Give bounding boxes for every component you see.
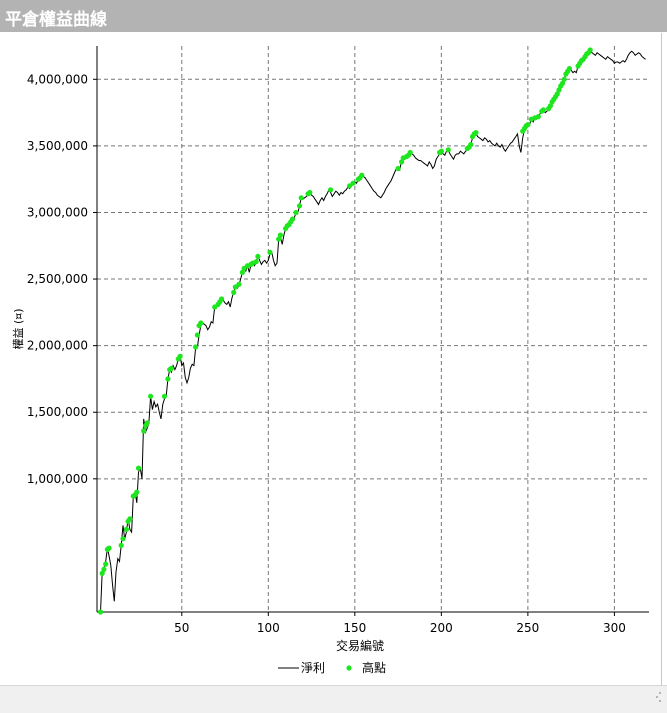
high-point-marker [97, 609, 104, 615]
high-point-marker [231, 289, 237, 295]
chart-panel: 50 100 150 200 250 300 1,000,000 1,500,000 2,00… [0, 33, 662, 685]
legend: 淨利 高點 [278, 660, 386, 675]
x-tick-label: 200 [430, 621, 453, 635]
high-point-marker [359, 172, 365, 178]
high-point-marker [177, 353, 183, 359]
high-point-marker [438, 148, 444, 154]
high-point-marker [219, 296, 225, 302]
window-title: 平倉權益曲線 [5, 10, 107, 30]
y-tick-label: 2,500,000 [27, 272, 88, 286]
grid [93, 46, 649, 616]
series-line-net-profit [100, 49, 646, 613]
high-point-marker [468, 142, 474, 148]
high-point-marker [350, 180, 356, 186]
high-point-marker [540, 107, 547, 113]
x-tick-label: 100 [257, 621, 280, 635]
high-point-marker [165, 376, 171, 382]
high-point-marker [198, 320, 204, 326]
high-point-marker [395, 165, 401, 172]
high-point-marker [253, 259, 259, 265]
x-tick-label: 250 [516, 621, 539, 635]
legend-label-net: 淨利 [301, 661, 325, 675]
y-tick-labels: 1,000,000 1,500,000 2,000,000 2,500,000 3,00… [27, 72, 88, 486]
equity-curve-chart: 50 100 150 200 250 300 1,000,000 1,500,000 2,00… [11, 46, 649, 675]
high-point-marker [535, 114, 541, 120]
high-point-marker [127, 516, 133, 522]
y-tick-label: 3,000,000 [27, 205, 88, 219]
y-tick-label: 2,000,000 [27, 339, 88, 353]
high-point-marker [193, 344, 199, 350]
high-point-marker [307, 189, 313, 196]
high-point-marker [144, 420, 150, 426]
y-axis-label: 權益 (¤) [11, 308, 25, 349]
high-point-marker [296, 203, 303, 209]
legend-label-high: 高點 [362, 660, 386, 675]
y-tick-label: 1,500,000 [27, 405, 88, 419]
high-point-marker [293, 209, 299, 216]
high-point-marker [148, 393, 154, 399]
high-point-marker [267, 249, 273, 255]
high-point-marker [277, 232, 283, 238]
legend-marker-swatch [346, 665, 352, 671]
high-point-marker [101, 566, 107, 573]
x-axis-label: 交易編號 [336, 638, 384, 653]
high-point-marker [407, 149, 413, 156]
y-tick-label: 4,000,000 [27, 72, 88, 86]
high-point-marker [566, 66, 573, 72]
x-tick-labels: 50 100 150 200 250 300 [174, 621, 626, 635]
high-point-marker [123, 526, 129, 532]
y-tick-label: 1,000,000 [27, 472, 88, 486]
x-tick-label: 50 [174, 621, 189, 635]
window-title-bar: 平倉權益曲線 [0, 0, 667, 32]
y-tick-label: 3,500,000 [27, 139, 88, 153]
status-bar [0, 685, 667, 713]
high-point-marker [135, 465, 142, 471]
high-point-marker [118, 542, 124, 548]
high-point-marker [168, 365, 174, 371]
high-point-marker [120, 536, 126, 542]
high-point-marker [445, 147, 451, 153]
x-tick-label: 300 [603, 621, 626, 635]
high-point-marker [328, 187, 334, 193]
high-point-marker [106, 545, 112, 551]
high-point-marker [525, 122, 531, 128]
resize-grip-icon[interactable] [651, 692, 661, 710]
high-point-marker [141, 428, 147, 434]
high-point-marker [298, 195, 304, 201]
high-point-marker [289, 216, 296, 222]
high-point-marker [194, 332, 200, 338]
high-point-marker [255, 253, 261, 259]
high-point-marker [161, 393, 168, 399]
high-point-marker [103, 561, 109, 567]
high-point-marker [561, 76, 567, 82]
high-point-marker [236, 281, 242, 287]
series [97, 47, 646, 615]
x-tick-label: 150 [343, 621, 366, 635]
high-point-marker [134, 489, 140, 495]
high-point-marker [587, 47, 593, 53]
axes [96, 46, 649, 613]
high-point-marker [473, 130, 479, 136]
